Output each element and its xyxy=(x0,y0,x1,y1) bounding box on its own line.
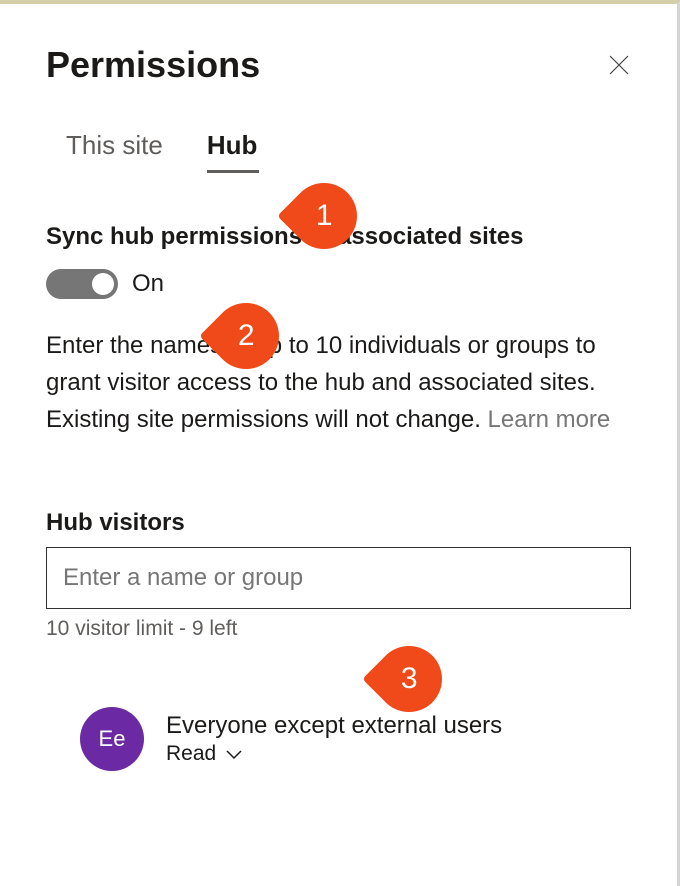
toggle-state-label: On xyxy=(132,270,164,298)
toggle-knob xyxy=(92,273,114,295)
sync-toggle[interactable] xyxy=(46,269,118,299)
panel-header: Permissions xyxy=(46,44,631,86)
chevron-down-icon xyxy=(226,742,242,766)
tab-hub[interactable]: Hub xyxy=(207,130,258,171)
visitor-role-dropdown[interactable]: Read xyxy=(166,742,502,766)
visitor-name: Everyone except external users xyxy=(166,712,502,740)
sync-toggle-row: On xyxy=(46,269,631,299)
close-icon xyxy=(607,53,631,77)
visitor-info: Everyone except external users Read xyxy=(166,712,502,766)
close-button[interactable] xyxy=(607,53,631,77)
avatar: Ee xyxy=(80,707,144,771)
learn-more-link[interactable]: Learn more xyxy=(488,406,611,433)
tab-this-site[interactable]: This site xyxy=(66,130,163,171)
hub-visitors-input[interactable] xyxy=(46,547,631,609)
tabs: This site Hub xyxy=(46,130,631,171)
visitor-list-item: Ee Everyone except external users Read xyxy=(80,707,631,771)
hub-visitors-label: Hub visitors xyxy=(46,509,631,537)
sync-description: Enter the names of up to 10 individuals … xyxy=(46,327,631,439)
permissions-panel: Permissions This site Hub Sync hub permi… xyxy=(0,4,677,771)
visitor-limit-text: 10 visitor limit - 9 left xyxy=(46,617,631,641)
visitor-role-label: Read xyxy=(166,742,216,766)
panel-title: Permissions xyxy=(46,44,260,86)
